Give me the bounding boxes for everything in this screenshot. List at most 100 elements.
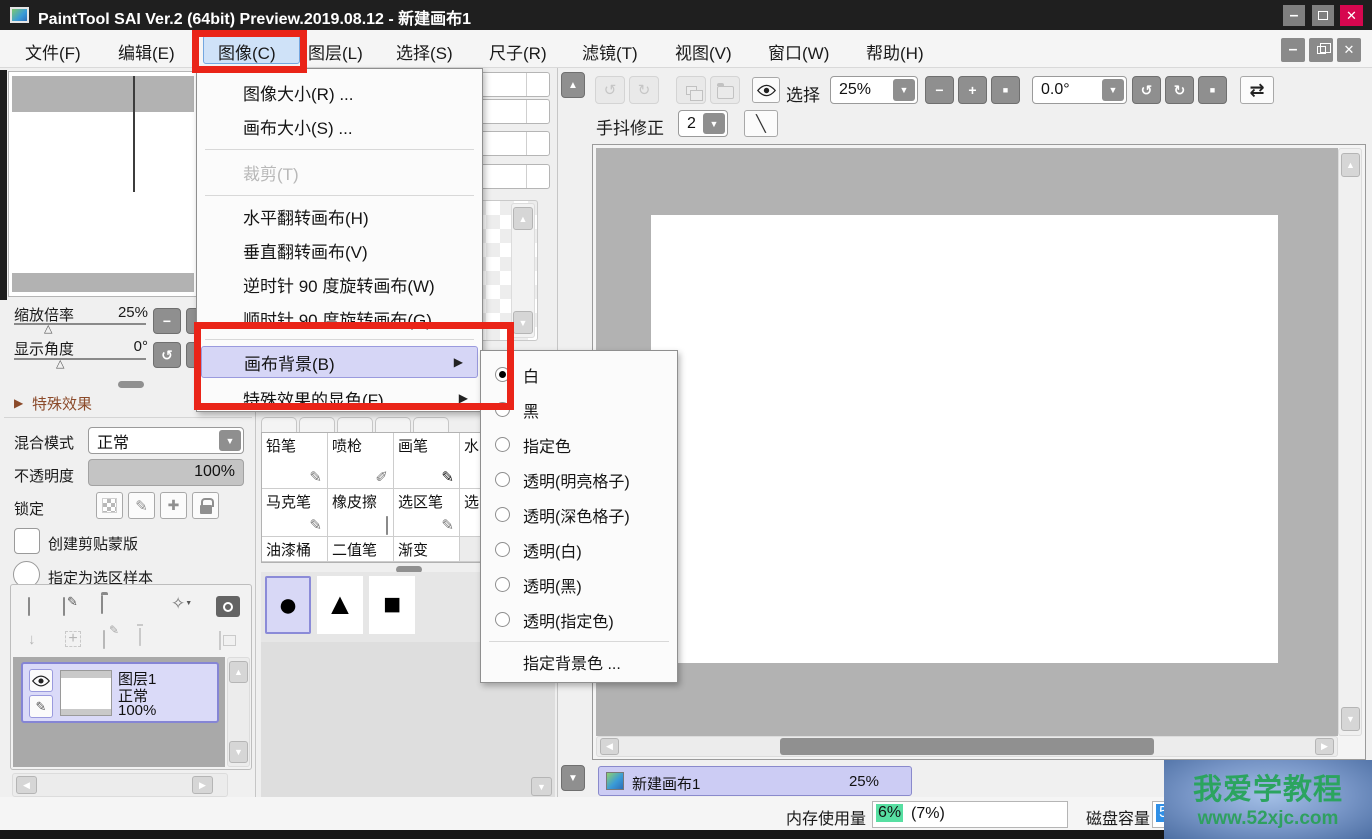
close-button[interactable]: ✕ [1340,5,1363,26]
menu-item-rotate-cw-90[interactable]: 顺时针 90 度旋转画布(G) [197,301,482,335]
selection-visibility-button[interactable] [752,77,780,103]
menu-item-canvas-background[interactable]: 画布背景(B) ▶ [201,346,478,378]
merge-add-button[interactable]: + [65,631,81,647]
brush-shape-square[interactable]: ■ [369,576,415,634]
menu-view[interactable]: 视图(V) [675,39,732,64]
chevron-down-icon[interactable]: ▼ [703,113,725,134]
swatch-scrollbar[interactable]: ▲ ▼ [511,203,535,338]
menu-filter[interactable]: 滤镜(T) [582,39,638,64]
tool-gradient[interactable]: 渐变 [394,537,460,562]
menu-edit[interactable]: 编辑(E) [118,39,175,64]
menu-help[interactable]: 帮助(H) [866,39,924,64]
chevron-down-icon[interactable]: ▼ [893,79,915,101]
tool-bucket[interactable]: 油漆桶 [262,537,328,562]
zoom-out-button[interactable]: − [153,308,181,334]
menu-item-trim[interactable]: 裁剪(T) [197,155,482,189]
rotate-ccw-button[interactable]: ↺ [1132,76,1161,104]
panel-strip-scroll-up[interactable]: ▲ [561,72,585,98]
duplicate-layer-button[interactable] [219,632,221,650]
menu-item-rotate-ccw-90[interactable]: 逆时针 90 度旋转画布(W) [197,267,482,301]
transform-button[interactable]: ✧▼ [171,594,192,614]
lock-all-button[interactable] [192,492,219,519]
menu-layer[interactable]: 图层(L) [308,39,363,64]
new-folder-button[interactable] [101,596,103,614]
stabilizer-select[interactable]: 2 ▼ [678,110,728,137]
scroll-down-button[interactable]: ▼ [229,741,248,763]
panel-restore-button[interactable] [1309,38,1333,62]
menu-image[interactable]: 图像(C) [218,39,276,64]
tool-tab-1[interactable] [261,417,297,432]
transfer-down-button[interactable]: ↓ [28,631,36,648]
panel-close-button[interactable]: ✕ [1337,38,1361,62]
chevron-down-icon[interactable]: ▼ [219,430,241,451]
scroll-left-button[interactable]: ◀ [600,738,619,755]
view-zoom-out-button[interactable]: − [925,76,954,104]
panel-drag-handle[interactable] [118,381,144,388]
tool-tab-4[interactable] [375,417,411,432]
menu-item-canvas-size[interactable]: 画布大小(S) ... [197,109,482,143]
lock-transparency-button[interactable] [96,492,123,519]
undo-button[interactable]: ↺ [595,76,625,104]
menu-item-flip-horizontal[interactable]: 水平翻转画布(H) [197,199,482,233]
submenu-item-white[interactable]: 白 [481,357,677,392]
brush-shape-triangle[interactable]: ▲ [317,576,363,634]
layer-visibility-toggle[interactable] [29,669,53,692]
canvas-angle-select[interactable]: 0.0° ▼ [1032,76,1127,104]
panel-strip-scroll-down[interactable]: ▼ [561,765,585,791]
menu-ruler[interactable]: 尺子(R) [489,39,547,64]
submenu-item-set-background-color[interactable]: 指定背景色 ... [481,645,677,679]
submenu-item-transparent-custom[interactable]: 透明(指定色) [481,602,677,637]
blend-mode-select[interactable]: 正常 ▼ [88,427,244,454]
selection-crop-button[interactable] [710,76,740,104]
menu-window[interactable]: 窗口(W) [768,39,829,64]
delete-layer-button[interactable] [139,628,141,646]
scroll-up-button[interactable]: ▲ [229,661,248,683]
navigator-preview[interactable] [8,71,198,297]
submenu-item-transparent-light-checker[interactable]: 透明(明亮格子) [481,462,677,497]
canvas-viewport[interactable] [596,148,1338,736]
effects-label[interactable]: 特殊效果 [32,393,92,414]
layer-row[interactable]: ✎ 图层1 正常 100% [21,662,219,723]
minimize-button[interactable]: – [1283,5,1305,26]
tool-tab-2[interactable] [299,417,335,432]
redo-button[interactable]: ↻ [629,76,659,104]
effects-expander-icon[interactable]: ▶ [14,396,23,410]
submenu-item-transparent-black[interactable]: 透明(黑) [481,567,677,602]
layer-paint-toggle[interactable]: ✎ [29,695,53,718]
layer-panel-hscrollbar[interactable]: ◀ ▶ [12,773,228,797]
zoom-slider[interactable] [14,323,146,325]
tool-brush[interactable]: 画笔✎ [394,433,460,489]
lock-paint-button[interactable]: ✎ [128,492,155,519]
angle-reset-button[interactable]: ↺ [153,342,181,368]
view-zoom-reset-button[interactable]: ■ [991,76,1020,104]
menu-select[interactable]: 选择(S) [396,39,453,64]
canvas-zoom-select[interactable]: 25% ▼ [830,76,918,104]
tool-tab-5[interactable] [413,417,449,432]
tool-binary-pen[interactable]: 二值笔 [328,537,394,562]
rotate-reset-button[interactable]: ■ [1198,76,1227,104]
scroll-up-button[interactable]: ▲ [513,207,533,230]
clear-layer-button[interactable]: ✎ [103,631,105,649]
menu-item-image-size[interactable]: 图像大小(R) ... [197,75,482,109]
zoom-slider-marker[interactable]: △ [44,322,52,335]
tool-marker[interactable]: 马克笔✎ [262,489,328,537]
tool-eraser[interactable]: 橡皮擦 [328,489,394,537]
view-zoom-in-button[interactable]: + [958,76,987,104]
canvas-document[interactable] [651,215,1278,663]
new-layer-button[interactable] [28,598,30,616]
document-tab[interactable]: 新建画布1 25% [598,766,912,796]
submenu-item-custom-color[interactable]: 指定色 [481,427,677,462]
layer-list-scrollbar[interactable]: ▲ ▼ [227,657,250,767]
canvas-hscrollbar[interactable]: ◀ ▶ [596,736,1338,757]
new-sketch-layer-button[interactable]: ✎ [63,598,65,616]
canvas-vscrollbar[interactable]: ▲ ▼ [1338,148,1362,736]
scroll-down-button[interactable]: ▼ [513,311,533,334]
maximize-button[interactable] [1312,5,1334,26]
scroll-right-button[interactable]: ▶ [192,776,213,794]
submenu-item-transparent-white[interactable]: 透明(白) [481,532,677,567]
scroll-down-button[interactable]: ▼ [531,777,552,796]
scroll-right-button[interactable]: ▶ [1315,738,1334,755]
menu-item-flip-vertical[interactable]: 垂直翻转画布(V) [197,233,482,267]
flip-horizontal-button[interactable]: ⇄ [1240,76,1274,104]
rotate-cw-button[interactable]: ↻ [1165,76,1194,104]
